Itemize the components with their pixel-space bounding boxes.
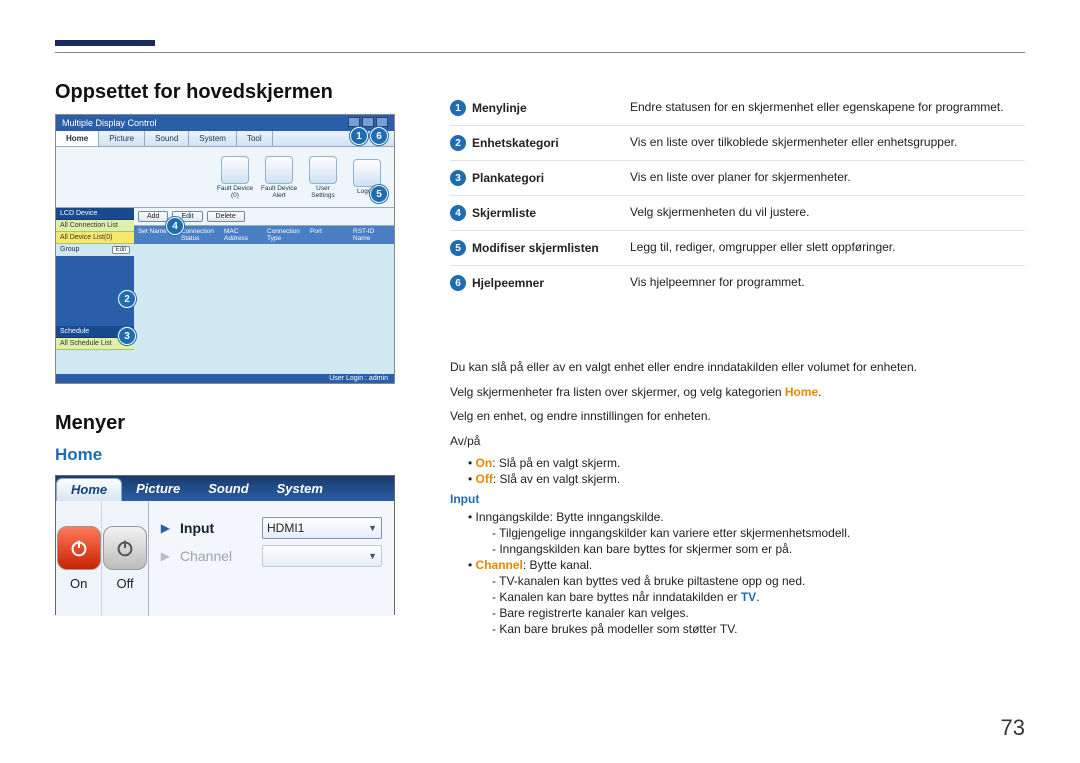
legend-num: 3 [450, 170, 466, 186]
hp-tab-home: Home [56, 478, 122, 501]
power-off-label: Off [117, 576, 134, 591]
callout-1: 1 [350, 127, 368, 145]
legend-label-text: Modifiser skjermlisten [472, 241, 599, 255]
callout-3: 3 [118, 327, 136, 345]
input-list: Inngangskilde: Bytte inngangskilde. Tilg… [450, 510, 1025, 636]
sidebar-edit-button: Edit [112, 246, 130, 254]
home-panel-screenshot: Home Picture Sound System On [55, 475, 395, 615]
para-3: Velg en enhet, og endre innstillingen fo… [450, 407, 1025, 426]
power-on-button: On [56, 501, 102, 616]
channel-label: Channel [180, 548, 252, 564]
callout-4: 4 [166, 217, 184, 235]
tab-tool: Tool [237, 131, 273, 146]
chevron-down-icon: ▼ [368, 551, 377, 561]
para-1: Du kan slå på eller av en valgt enhet el… [450, 358, 1025, 377]
sidebar-section-lcd: LCD Device [56, 208, 134, 220]
heading-home: Home [55, 445, 395, 465]
input-item-1: Inngangskilde: Bytte inngangskilde. Tilg… [468, 510, 1025, 556]
hp-tab-sound: Sound [194, 476, 262, 501]
chevron-down-icon: ▼ [368, 523, 377, 533]
para-2: Velg skjermenheter fra listen over skjer… [450, 383, 1025, 402]
power-off-icon [103, 526, 147, 570]
input-value: HDMI1 [267, 521, 304, 535]
legend-desc: Vis en liste over planer for skjermenhet… [630, 170, 1025, 184]
mdc-titlebar: Multiple Display Control [56, 115, 394, 131]
mdc-toolbar: Fault Device (0) Fault Device Alert User… [56, 147, 394, 208]
legend-row: 3 Plankategori Vis en liste over planer f… [450, 161, 1025, 196]
mdc-title-text: Multiple Display Control [62, 118, 157, 128]
btn-add: Add [138, 211, 168, 222]
input-combo: HDMI1 ▼ [262, 517, 382, 539]
legend-desc: Vis hjelpeemner for programmet. [630, 275, 1025, 289]
legend-num: 4 [450, 205, 466, 221]
legend-label-text: Menylinje [472, 101, 527, 115]
input-row: ▶ Input HDMI1 ▼ [161, 517, 382, 539]
section-heading-menus: Menyer [55, 412, 395, 435]
legend-label-text: Hjelpeemner [472, 276, 544, 290]
legend-label-text: Enhetskategori [472, 136, 559, 150]
legend-desc: Endre statusen for en skjermenhet eller … [630, 100, 1025, 114]
sidebar-group: Group Edit [56, 244, 134, 256]
legend-num: 2 [450, 135, 466, 151]
legend-row: 6 Hjelpeemner Vis hjelpeemner for program… [450, 266, 1025, 300]
legend-label-text: Skjermliste [472, 206, 536, 220]
legend-row: 5 Modifiser skjermlisten Legg til, redige… [450, 231, 1025, 266]
power-on-label: On [70, 576, 87, 591]
callout-6: 6 [370, 127, 388, 145]
ch-sub-2: Kanalen kan bare byttes når inndatakilde… [492, 590, 1025, 604]
legend-desc: Legg til, rediger, omgrupper eller slett… [630, 240, 1025, 254]
sidebar-item-alldev: All Device List(0) [56, 232, 134, 244]
input-sub-2: Inngangskilden kan bare byttes for skjer… [492, 542, 1025, 556]
input-heading: Input [450, 492, 1025, 506]
arrow-icon: ▶ [161, 521, 170, 535]
legend-num: 6 [450, 275, 466, 291]
tab-picture: Picture [99, 131, 145, 146]
legend-label-text: Plankategori [472, 171, 544, 185]
legend-desc: Vis en liste over tilkoblede skjermenhet… [630, 135, 1025, 149]
input-label: Input [180, 520, 252, 536]
ch-sub-3: Bare registrerte kanaler kan velges. [492, 606, 1025, 620]
off-item: Off: Slå av en valgt skjerm. [468, 472, 1025, 486]
channel-combo: ▼ [262, 545, 382, 567]
arrow-icon: ▶ [161, 549, 170, 563]
power-on-icon [57, 526, 101, 570]
legend-row: 1 Menylinje Endre statusen for en skjerme… [450, 91, 1025, 126]
tool-user-settings: User Settings [304, 156, 342, 199]
mdc-tabs: Home Picture Sound System Tool [56, 131, 394, 147]
sidebar-item-allconn: All Connection List [56, 220, 134, 232]
mdc-statusbar: User Login : admin [56, 374, 394, 383]
tool-fault-alert: Fault Device Alert [260, 156, 298, 199]
legend-num: 1 [450, 100, 466, 116]
legend-table: 1 Menylinje Endre statusen for en skjerme… [450, 91, 1025, 300]
mdc-window-screenshot: Multiple Display Control Home Picture So… [55, 114, 395, 384]
callout-5: 5 [370, 185, 388, 203]
hp-tab-picture: Picture [122, 476, 194, 501]
power-off-button: Off [102, 501, 147, 616]
tab-sound: Sound [145, 131, 189, 146]
ch-sub-4: Kan bare brukes på modeller som støtter … [492, 622, 1025, 636]
on-item: On: Slå på en valgt skjerm. [468, 456, 1025, 470]
legend-num: 5 [450, 240, 466, 256]
hp-tab-system: System [263, 476, 337, 501]
legend-row: 4 Skjermliste Velg skjermenheten du vil j… [450, 196, 1025, 231]
ch-sub-1: TV-kanalen kan byttes ved å bruke piltas… [492, 574, 1025, 588]
channel-item: Channel: Bytte kanal. TV-kanalen kan byt… [468, 558, 1025, 636]
page-number: 73 [1001, 715, 1025, 741]
callout-2: 2 [118, 290, 136, 308]
tab-home: Home [56, 131, 99, 146]
legend-row: 2 Enhetskategori Vis en liste over tilkob… [450, 126, 1025, 161]
section-heading-layout: Oppsettet for hovedskjermen [55, 81, 395, 104]
home-keyword: Home [785, 385, 818, 399]
para-avpa: Av/på [450, 432, 1025, 451]
onoff-list: On: Slå på en valgt skjerm. Off: Slå av … [450, 456, 1025, 486]
input-sub-1: Tilgjengelige inngangskilder kan variere… [492, 526, 1025, 540]
channel-row: ▶ Channel ▼ [161, 545, 382, 567]
btn-delete: Delete [207, 211, 245, 222]
tool-fault-device: Fault Device (0) [216, 156, 254, 199]
legend-desc: Velg skjermenheten du vil justere. [630, 205, 1025, 219]
tab-system: System [189, 131, 237, 146]
